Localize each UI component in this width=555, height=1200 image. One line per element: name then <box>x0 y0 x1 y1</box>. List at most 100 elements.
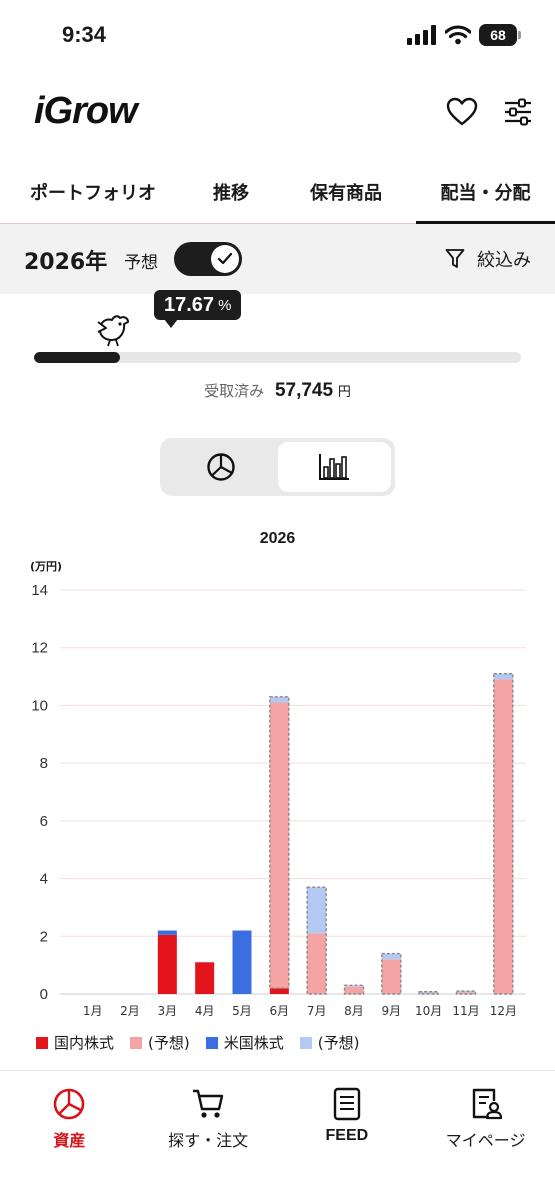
legend-item: 米国株式 <box>205 1032 284 1053</box>
bar-segment <box>493 673 513 680</box>
bar-segment <box>195 962 215 994</box>
nav-feed[interactable]: FEED <box>278 1071 417 1200</box>
tab-label: 保有商品 <box>310 183 382 204</box>
battery-level: 68 <box>490 27 506 43</box>
bar-segment <box>269 696 289 703</box>
y-tick-label: 0 <box>40 986 48 1003</box>
bar-segment <box>381 959 401 994</box>
x-tick-label: 7月 <box>307 1004 327 1018</box>
legend-item: 国内株式 <box>36 1032 114 1053</box>
wifi-icon <box>445 25 471 45</box>
status-time: 9:34 <box>62 22 107 47</box>
percent-sign: % <box>218 296 232 314</box>
pie-view-button[interactable] <box>164 442 278 492</box>
pie-chart-icon <box>207 453 235 481</box>
forecast-toggle[interactable] <box>174 242 242 276</box>
status-bar: 9:34 68 <box>0 0 555 70</box>
nav-label: FEED <box>325 1127 369 1144</box>
tab-trend[interactable]: 推移 <box>186 160 276 224</box>
legend-label: 米国株式 <box>223 1034 284 1052</box>
legend-swatch <box>299 1036 312 1049</box>
tab-dividends[interactable]: 配当・分配 <box>416 160 555 225</box>
x-tick-label: 6月 <box>270 1004 290 1018</box>
y-tick-label: 6 <box>40 813 48 830</box>
signal-icon <box>407 25 436 45</box>
chart-view-toggle <box>160 438 395 496</box>
app-logo: iGrow <box>34 90 138 133</box>
y-tick-label: 2 <box>40 928 48 945</box>
bar-segment <box>381 953 401 960</box>
y-tick-label: 8 <box>40 755 48 772</box>
legend-label: 国内株式 <box>54 1034 115 1052</box>
x-tick-label: 2月 <box>120 1004 140 1018</box>
chart-legend: 国内株式 (予想) 米国株式 (予想) <box>0 1032 555 1053</box>
pie-chart-icon <box>54 1088 85 1120</box>
nav-search-order[interactable]: 探す・注文 <box>139 1071 278 1200</box>
progress-track <box>34 352 521 363</box>
profile-icon <box>472 1088 502 1120</box>
filter-bar: 2026年 予想 絞込み <box>0 224 555 294</box>
year-selector[interactable]: 2026年 <box>24 244 107 276</box>
settings-button[interactable] <box>500 94 536 130</box>
nav-assets[interactable]: 資産 <box>0 1071 139 1200</box>
tab-label: ポートフォリオ <box>30 183 156 204</box>
x-tick-label: 5月 <box>232 1004 252 1018</box>
bar-chart-icon <box>319 454 350 480</box>
filter-icon <box>445 249 465 268</box>
sliders-icon <box>505 98 531 126</box>
bar-segment <box>307 933 327 994</box>
bar-segment <box>157 934 177 994</box>
legend-swatch <box>130 1036 143 1049</box>
legend-label: (予想) <box>317 1034 360 1052</box>
dividend-chart: 2026 (万円) 0 2 4 6 8 10 12 14 1月 2月 3月 4月 5月 6月 7月 8月 9月 1… <box>0 520 555 1060</box>
bottom-navigation: 資産 探す・注文 FEED マイページ <box>0 1070 555 1200</box>
x-tick-label: 12月 <box>490 1004 517 1018</box>
received-label: 受取済み <box>204 382 265 400</box>
section-tabs: ポートフォリオ 推移 保有商品 配当・分配 <box>0 160 555 225</box>
cart-icon <box>193 1089 224 1118</box>
bar-view-button[interactable] <box>277 442 391 492</box>
nav-label: 探す・注文 <box>168 1131 249 1150</box>
tab-portfolio[interactable]: ポートフォリオ <box>0 160 186 224</box>
x-tick-label: 1月 <box>83 1004 103 1018</box>
legend-swatch <box>205 1036 218 1049</box>
progress-tooltip: 17.67 % <box>154 290 242 328</box>
legend-item: (予想) <box>130 1032 190 1053</box>
bar-segment <box>269 988 289 994</box>
y-tick-label: 12 <box>31 640 48 657</box>
x-tick-label: 10月 <box>415 1004 442 1018</box>
favorite-button[interactable] <box>444 94 480 130</box>
tab-label: 推移 <box>213 183 249 204</box>
tab-label: 配当・分配 <box>440 183 531 204</box>
bird-mascot-icon <box>97 315 129 347</box>
document-icon <box>333 1087 361 1121</box>
dividend-progress: 17.67 % 受取済み 57,745 円 <box>0 290 555 414</box>
logo-text: iGrow <box>34 90 138 132</box>
bar-segment <box>157 930 177 935</box>
bar-segment <box>269 702 289 989</box>
bar-segment <box>344 986 364 994</box>
filter-button[interactable]: 絞込み <box>445 246 531 272</box>
received-amount: 57,745 <box>274 380 334 401</box>
legend-label: (予想) <box>148 1034 190 1052</box>
bar-segment <box>307 887 327 934</box>
app-header: iGrow <box>0 80 555 150</box>
battery-indicator: 68 <box>479 24 521 46</box>
legend-swatch <box>36 1036 48 1049</box>
y-tick-label: 4 <box>40 871 48 888</box>
nav-mypage[interactable]: マイページ <box>416 1071 555 1200</box>
x-tick-label: 3月 <box>158 1004 178 1018</box>
x-tick-label: 4月 <box>195 1004 215 1018</box>
progress-percent: 17.67 <box>164 293 215 316</box>
heart-icon <box>446 97 478 126</box>
x-tick-label: 9月 <box>382 1004 402 1018</box>
nav-label: マイページ <box>445 1131 526 1150</box>
y-tick-label: 10 <box>31 697 48 714</box>
tab-holdings[interactable]: 保有商品 <box>276 160 416 224</box>
y-tick-label: 14 <box>31 582 48 599</box>
bar-segment <box>232 930 252 994</box>
x-tick-label: 11月 <box>452 1004 479 1018</box>
received-unit: 円 <box>337 385 351 400</box>
received-summary: 受取済み 57,745 円 <box>0 380 555 402</box>
status-icons: 68 <box>407 24 521 46</box>
